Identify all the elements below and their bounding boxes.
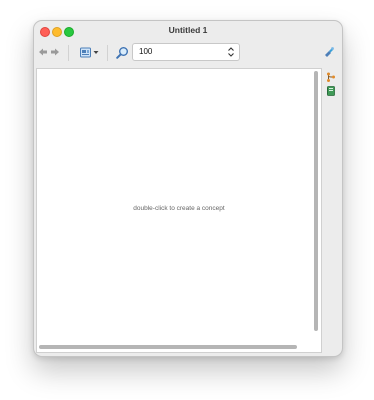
zoom-level-field[interactable]: 100	[132, 43, 240, 61]
title-bar: Untitled 1	[34, 21, 342, 41]
notebook-icon	[327, 86, 335, 96]
toolbar: 100	[34, 41, 342, 65]
zoom-level-value: 100	[139, 47, 153, 56]
back-button[interactable]	[38, 47, 48, 57]
tools-button[interactable]	[323, 46, 335, 58]
window-title: Untitled 1	[168, 25, 208, 35]
toolbar-separator	[68, 45, 69, 61]
sidebar-item-notebook[interactable]	[326, 83, 336, 96]
concept-canvas[interactable]: double-click to create a concept	[36, 68, 322, 353]
canvas-hint: double-click to create a concept	[133, 205, 225, 212]
view-menu-button[interactable]	[78, 45, 100, 59]
horizontal-scrollbar[interactable]	[39, 345, 297, 349]
toolbar-separator	[107, 45, 108, 61]
app-window: Untitled 1 100 double-click to create a …	[33, 20, 343, 357]
view-menu-icon	[80, 47, 91, 57]
zoom-stepper-icon[interactable]	[226, 46, 236, 58]
magnifier-icon	[116, 47, 128, 59]
forward-button[interactable]	[50, 47, 60, 57]
chevron-down-icon	[93, 50, 99, 54]
vertical-scrollbar[interactable]	[314, 71, 318, 331]
branch-icon	[327, 72, 335, 82]
sidebar-item-branch[interactable]	[326, 69, 336, 82]
zoom-button[interactable]	[116, 46, 129, 59]
back-arrow-icon	[39, 48, 47, 56]
forward-arrow-icon	[51, 48, 59, 56]
tools-icon	[325, 47, 334, 57]
